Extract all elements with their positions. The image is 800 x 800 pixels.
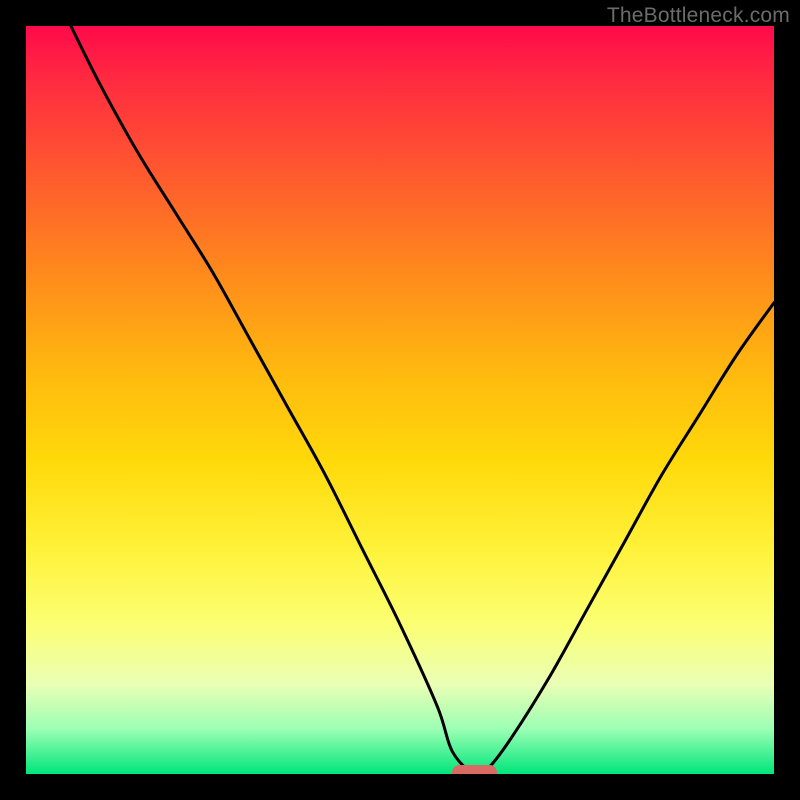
optimal-marker [452, 765, 497, 774]
bottleneck-curve [26, 26, 774, 774]
plot-area [26, 26, 774, 774]
chart-frame: TheBottleneck.com [0, 0, 800, 800]
watermark-text: TheBottleneck.com [607, 4, 790, 28]
